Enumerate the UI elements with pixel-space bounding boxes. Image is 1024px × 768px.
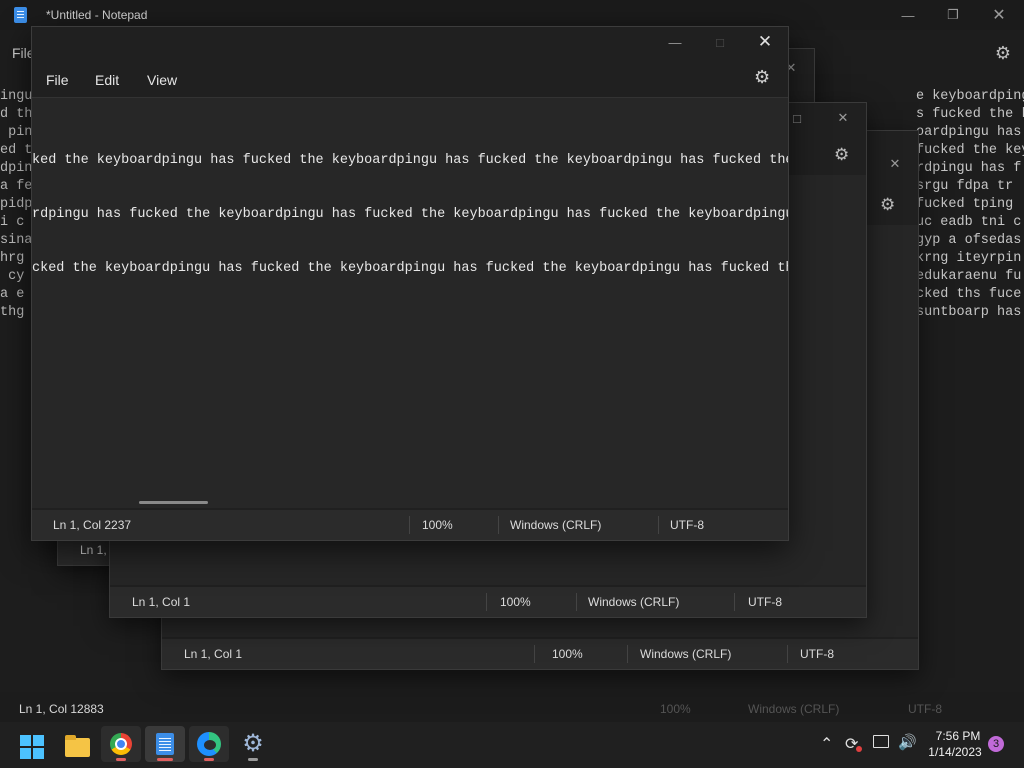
editor-line: cked the keyboardpingu has fucked the ke… (32, 261, 788, 276)
clock-date[interactable]: 1/14/2023 (920, 745, 990, 759)
chevron-up-icon[interactable]: ⌃ (820, 734, 833, 754)
maximize-icon[interactable]: □ (697, 27, 743, 57)
gear-icon[interactable]: ⚙ (990, 40, 1016, 66)
close-icon[interactable]: ✕ (976, 0, 1022, 30)
background-text-left: ingu d th pin ed t dpin a fe pidp i c sina hrg c… (0, 88, 34, 322)
editor-text: ked the keyboardpingu has fucked the key… (32, 116, 788, 314)
taskbar: ⚙ ⌃ ⟳ 🔊 7:56 PM 1/14/2023 3 (0, 722, 1024, 768)
status-zoom: 100% (422, 518, 453, 532)
status-encoding: UTF-8 (670, 518, 704, 532)
horizontal-scrollbar[interactable] (139, 501, 208, 504)
background-text-line: sina (0, 233, 33, 248)
edge-icon[interactable] (189, 726, 229, 762)
status-encoding: UTF-8 (800, 647, 834, 661)
background-text-line: pin (0, 125, 33, 140)
status-line-ending: Windows (CRLF) (510, 518, 602, 532)
background-text-line: suntboarp has (916, 305, 1022, 320)
status-position: Ln 1, Col 12883 (19, 702, 104, 716)
background-text-line: srgu fdpa tr (916, 179, 1014, 194)
minimize-icon[interactable]: — (885, 0, 931, 30)
status-line-ending: Windows (CRLF) (640, 647, 732, 661)
close-icon[interactable]: ✕ (742, 27, 788, 57)
status-zoom: 100% (660, 702, 691, 716)
background-text-line: hrg (0, 251, 25, 266)
clock-time[interactable]: 7:56 PM (923, 729, 993, 743)
status-bar: Ln 1, Col 2237 100% Windows (CRLF) UTF-8 (32, 510, 788, 540)
status-encoding: UTF-8 (748, 595, 782, 609)
background-text-line: krng iteyrpin (916, 251, 1022, 266)
background-text-line: e keyboardpingu has fuc (916, 89, 1024, 104)
background-text-line: gyp a ofsedas (916, 233, 1022, 248)
background-text-line: a e (0, 287, 25, 302)
notepad-icon[interactable] (145, 726, 185, 762)
notepad-window-front: — □ ✕ File Edit View ⚙ ked the keyboardp… (31, 26, 789, 541)
status-position: Ln 1, Col 1 (132, 595, 191, 609)
status-position: Ln 1, Col 2237 (53, 518, 132, 532)
restore-icon[interactable]: ❐ (930, 0, 976, 30)
background-text-line: cked ths fuce (916, 287, 1022, 302)
chrome-icon[interactable] (101, 726, 141, 762)
background-text-line: pidp (0, 197, 33, 212)
background-text-line: cy (0, 269, 25, 284)
background-text-line: fucked the keybo (916, 143, 1024, 158)
background-text-line: s fucked the keyboa (916, 107, 1024, 122)
close-icon[interactable]: ✕ (872, 149, 918, 179)
minimize-icon[interactable]: — (652, 27, 698, 57)
menu-edit[interactable]: Edit (95, 72, 119, 88)
status-zoom: 100% (552, 647, 583, 661)
file-explorer-icon[interactable] (57, 726, 97, 762)
editor-line: ked the keyboardpingu has fucked the key… (32, 153, 788, 168)
text-editor[interactable]: ked the keyboardpingu has fucked the key… (32, 97, 788, 508)
status-encoding: UTF-8 (908, 702, 942, 716)
menu-file[interactable]: File (46, 72, 69, 88)
background-text-line: thg (0, 305, 25, 320)
background-text-line: uc eadb tni c (916, 215, 1022, 230)
status-zoom: 100% (500, 595, 531, 609)
background-text-line: d th (0, 107, 33, 122)
notepad-app-icon (14, 7, 27, 23)
background-text-line: i c (0, 215, 25, 230)
background-status-bar: Ln 1, Col 12883 100% Windows (CRLF) UTF-… (0, 692, 1024, 724)
background-text-line: dpin (0, 161, 33, 176)
status-line-ending: Windows (CRLF) (748, 702, 840, 716)
start-icon[interactable] (12, 726, 52, 762)
status-bar: Ln 1, Col 1 100% Windows (CRLF) UTF-8 (162, 639, 918, 669)
gear-icon[interactable]: ⚙ (880, 195, 895, 215)
gear-icon[interactable]: ⚙ (834, 145, 849, 165)
status-position: Ln 1, Col 1 (184, 647, 243, 661)
alert-dot-icon (856, 746, 862, 752)
background-window-title: *Untitled - Notepad (46, 8, 148, 22)
notification-badge[interactable]: 3 (988, 736, 1004, 752)
network-icon[interactable] (873, 735, 889, 748)
background-text-line: oardpingu has fu (916, 125, 1022, 140)
editor-line: rdpingu has fucked the keyboardpingu has… (32, 207, 788, 222)
close-icon[interactable]: ✕ (820, 103, 866, 133)
background-text-line: ed t (0, 143, 33, 158)
status-line-ending: Windows (CRLF) (588, 595, 680, 609)
settings-icon[interactable]: ⚙ (233, 726, 273, 762)
background-text-line: rdpingu has f (916, 161, 1022, 176)
gear-icon[interactable]: ⚙ (754, 67, 770, 88)
status-bar: Ln 1, Col 1 100% Windows (CRLF) UTF-8 (110, 587, 866, 617)
background-text-line: edukaraenu fu (916, 269, 1022, 284)
menu-view[interactable]: View (147, 72, 177, 88)
background-text-line: fucked tping (916, 197, 1014, 212)
background-text-line: ingu (0, 89, 33, 104)
background-text-line: a fe (0, 179, 33, 194)
volume-icon[interactable]: 🔊 (898, 733, 917, 751)
background-text-right: e keyboardpingu has fuc s fucked the keyb… (916, 88, 1024, 322)
